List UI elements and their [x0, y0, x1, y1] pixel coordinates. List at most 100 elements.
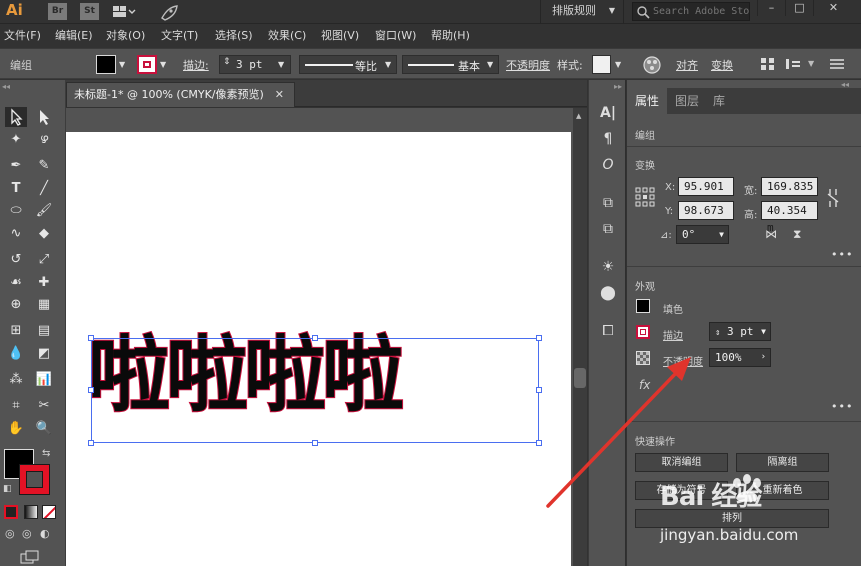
ellipse-tool[interactable]: ⬭: [5, 201, 27, 221]
stroke-weight-field[interactable]: ⇕ 3 pt ▼: [219, 55, 291, 74]
swap-colors-icon[interactable]: ⇆: [42, 448, 50, 459]
bridge-button[interactable]: Br: [48, 3, 67, 20]
menu-edit[interactable]: 编辑(E): [55, 25, 93, 46]
direct-selection-tool[interactable]: [33, 107, 55, 127]
graphic-style-swatch[interactable]: [592, 55, 611, 74]
graphic-styles-button[interactable]: ⬤: [597, 282, 619, 304]
menu-help[interactable]: 帮助(H): [431, 25, 470, 46]
style-dropdown-chevron-icon[interactable]: ▼: [615, 60, 621, 69]
distribute-button[interactable]: [785, 57, 801, 71]
minimize-button[interactable]: –: [757, 0, 785, 16]
tab-libraries[interactable]: 库: [705, 88, 733, 114]
lasso-tool[interactable]: ഴ: [33, 130, 55, 150]
isolate-group-button[interactable]: 隔离组: [736, 453, 829, 472]
flip-horizontal-icon[interactable]: ⋈: [765, 227, 777, 241]
appearance-opacity-link[interactable]: 不透明度: [663, 353, 703, 368]
control-panel-menu-button[interactable]: [829, 57, 845, 71]
opacity-link[interactable]: 不透明度: [506, 57, 550, 73]
warp-tool[interactable]: ☙: [5, 273, 27, 293]
maximize-button[interactable]: □: [785, 0, 813, 16]
stroke-swatch[interactable]: [137, 55, 157, 74]
stock-button[interactable]: St: [80, 3, 99, 20]
menu-type[interactable]: 文字(T): [161, 25, 198, 46]
gradient-tool[interactable]: ▤: [33, 321, 55, 341]
arrange-documents-button[interactable]: [112, 4, 136, 20]
scrollbar-thumb[interactable]: [574, 368, 586, 388]
type-tool[interactable]: T: [5, 179, 27, 199]
document-tab[interactable]: 未标题-1* @ 100% (CMYK/像素预览) ✕: [66, 82, 295, 107]
stock-search[interactable]: [632, 2, 750, 21]
paragraph-styles-button[interactable]: ⧉: [597, 218, 619, 240]
handle-bottom-left[interactable]: [88, 440, 94, 446]
more-appearance-options-icon[interactable]: •••: [831, 400, 853, 413]
variable-width-profile[interactable]: 等比 ▼: [299, 55, 397, 74]
slice-tool[interactable]: ✂: [33, 396, 55, 416]
pathfinder-panel-button[interactable]: ⧠: [597, 320, 619, 342]
menu-file[interactable]: 文件(F): [4, 25, 41, 46]
tab-properties[interactable]: 属性: [627, 88, 668, 114]
magic-wand-tool[interactable]: ✦: [5, 130, 27, 150]
paintbrush-tool[interactable]: 🖌: [33, 201, 55, 221]
mesh-tool[interactable]: ⊞: [5, 321, 27, 341]
handle-top-left[interactable]: [88, 335, 94, 341]
expand-panels-icon[interactable]: ▸▸: [614, 82, 622, 91]
menu-object[interactable]: 对象(O): [106, 25, 145, 46]
reference-point-selector[interactable]: [635, 187, 655, 207]
zoom-tool[interactable]: 🔍: [33, 419, 55, 439]
align-link[interactable]: 对齐: [676, 57, 698, 73]
stepper-icon[interactable]: ⇕: [715, 328, 720, 338]
rotate-angle-field[interactable]: 0° ▼: [676, 225, 729, 244]
menu-effect[interactable]: 效果(C): [268, 25, 306, 46]
height-field[interactable]: 40.354 m: [761, 201, 818, 234]
stepper-icon[interactable]: ⇕: [223, 57, 231, 67]
character-panel-button[interactable]: A|: [597, 102, 619, 124]
selection-tool[interactable]: [5, 107, 27, 127]
stroke-label[interactable]: 描边:: [183, 57, 209, 73]
appearance-panel-button[interactable]: ☀: [597, 256, 619, 278]
fill-dropdown-chevron-icon[interactable]: ▼: [119, 60, 125, 69]
draw-inside-icon[interactable]: ◐: [40, 527, 50, 540]
more-transform-options-icon[interactable]: •••: [831, 248, 853, 261]
fx-effects-button[interactable]: fx: [639, 378, 650, 392]
appearance-stroke-swatch[interactable]: [636, 325, 650, 339]
pen-tool[interactable]: ✒: [5, 156, 27, 176]
rotate-tool[interactable]: ↺: [5, 250, 27, 270]
curvature-tool[interactable]: ✎: [33, 156, 55, 176]
default-colors-icon[interactable]: ◧: [3, 484, 12, 494]
menu-view[interactable]: 视图(V): [321, 25, 359, 46]
handle-top-center[interactable]: [312, 335, 318, 341]
scroll-up-icon[interactable]: ▲: [576, 112, 581, 120]
appearance-opacity-field[interactable]: 100% ›: [709, 348, 771, 367]
tab-layers[interactable]: 图层: [667, 88, 707, 114]
appearance-stroke-link[interactable]: 描边: [663, 327, 683, 342]
brush-definition[interactable]: 基本 ▼: [402, 55, 499, 74]
screen-mode-button[interactable]: [20, 550, 40, 564]
artboard-tool[interactable]: ⌗: [5, 396, 27, 416]
paragraph-panel-button[interactable]: ¶: [597, 128, 619, 150]
handle-bottom-right[interactable]: [536, 440, 542, 446]
draw-mode-icon[interactable]: ◎: [5, 527, 15, 540]
close-window-button[interactable]: ✕: [813, 0, 853, 16]
scale-tool[interactable]: ⤢: [33, 250, 55, 270]
workspace-switcher[interactable]: 排版规则 ▼: [540, 0, 624, 24]
collapse-panel-icon[interactable]: ◂◂: [2, 82, 10, 91]
chevron-down-icon[interactable]: ▼: [808, 59, 814, 68]
width-field[interactable]: 169.835: [761, 177, 818, 196]
stock-search-input[interactable]: [653, 4, 749, 19]
gradient-mode-button[interactable]: [24, 505, 38, 519]
none-mode-button[interactable]: [42, 505, 56, 519]
flip-vertical-icon[interactable]: ⧗: [793, 227, 801, 242]
isolate-group-button[interactable]: [760, 57, 776, 71]
eraser-tool[interactable]: ◆: [33, 224, 55, 244]
character-styles-button[interactable]: ⧉: [597, 192, 619, 214]
stroke-color-box[interactable]: [19, 464, 50, 495]
line-segment-tool[interactable]: ╱: [33, 179, 55, 199]
perspective-grid-tool[interactable]: ▦: [33, 295, 55, 315]
fill-swatch[interactable]: [96, 55, 116, 74]
transform-link[interactable]: 变换: [711, 57, 733, 73]
appearance-fill-swatch[interactable]: [636, 299, 650, 313]
appearance-stroke-weight[interactable]: ⇕ 3 pt ▼: [709, 322, 771, 341]
blend-tool[interactable]: ◩: [33, 344, 55, 364]
hand-tool[interactable]: ✋: [5, 419, 27, 439]
constrain-proportions-toggle[interactable]: [825, 186, 841, 210]
